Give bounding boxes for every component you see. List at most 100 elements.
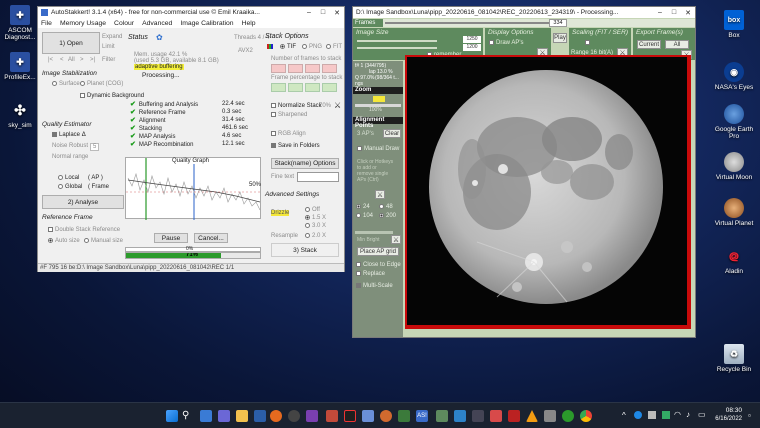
app-icon[interactable] [454,410,466,422]
planet-cog-radio[interactable]: Planet (COG) [80,81,123,87]
surface-radio[interactable]: Surface [52,81,80,87]
desktop-icon-google-earth[interactable]: Google Earth Pro [714,104,754,140]
replace-checkbox[interactable]: Replace [356,271,385,277]
teams-icon[interactable] [218,410,230,422]
menu-advanced[interactable]: Advanced [142,20,172,27]
app-icon[interactable] [490,410,502,422]
app-icon[interactable] [306,410,318,422]
save-in-folders-checkbox[interactable]: Save in Folders [271,143,320,149]
image-size-w-input[interactable]: 1250 [463,36,481,43]
frames-to-stack-input-3[interactable] [305,64,320,73]
volume-icon[interactable]: ♪ [686,410,690,419]
tray-chevron-icon[interactable]: ^ [622,411,626,420]
drizzle-off-radio[interactable]: Off [305,207,320,213]
export-all-button[interactable]: All [665,40,689,49]
clock-time[interactable]: 08:30 [720,407,742,414]
start-icon[interactable] [166,410,178,422]
app-icon[interactable] [344,410,356,422]
local-radio[interactable]: Local [58,175,79,181]
frames-to-stack-input-1[interactable] [271,64,286,73]
tif-radio[interactable]: TIF [280,44,296,50]
tray-app-icon[interactable] [634,411,642,419]
min-bright-slider[interactable] [355,231,393,234]
rgb-align-checkbox[interactable]: RGB Align [271,131,306,137]
desktop-icon-ascom-diagnostics[interactable]: ✚ ASCOM Diagnost... [0,5,40,41]
app-icon[interactable] [288,410,300,422]
frame-percentage-input-3[interactable] [305,83,320,92]
menu-help[interactable]: Help [242,20,256,27]
app-icon[interactable] [472,410,484,422]
frame-percentage-input-1[interactable] [271,83,286,92]
clock-date[interactable]: 6/16/2022 [712,416,742,422]
app-icon[interactable] [398,410,410,422]
dynamic-background-checkbox[interactable]: Dynamic Background [80,93,144,99]
analyse-button[interactable]: 2) Analyse [42,195,124,209]
close-button[interactable]: ✕ [330,9,344,17]
wifi-icon[interactable]: ◠ [674,410,681,419]
play-button[interactable]: Play [553,33,567,43]
drizzle-30-radio[interactable]: 3.0 X [305,223,326,229]
double-stack-reference-checkbox[interactable]: Double Stack Reference [48,227,120,233]
laplace-checkbox[interactable]: Laplace Δ [52,132,86,138]
file-explorer-icon[interactable] [236,410,248,422]
autostakkert-icon[interactable]: AS! [416,410,428,422]
close-to-edge-checkbox[interactable]: Close to Edge [356,262,401,268]
tray-app-icon[interactable] [662,411,670,419]
desktop-icon-profile-explorer[interactable]: ✚ ProfileEx... [0,52,40,81]
manual-draw-checkbox[interactable]: Manual Draw [357,146,399,152]
nav-first-button[interactable]: |< [48,57,53,63]
notification-icon[interactable]: ▫ [748,411,751,420]
global-radio[interactable]: Global [58,184,82,190]
menu-colour[interactable]: Colour [114,20,134,27]
pause-button[interactable]: Pause [154,233,188,243]
png-radio[interactable]: PNG [302,44,322,50]
image-size-slider-w[interactable] [357,40,437,42]
stack-button[interactable]: 3) Stack [271,243,339,257]
multi-scale-checkbox[interactable]: Multi-Scale [356,283,393,289]
viewer-minimize-button[interactable]: – [653,9,667,17]
normalize-stack-checkbox[interactable]: Normalize Stack [271,103,322,109]
clear-aps-button[interactable]: Clear [383,129,401,138]
export-current-button[interactable]: Current [637,40,661,49]
image-size-h-input[interactable]: 1200 [463,44,481,51]
frames-value-input[interactable]: 334 [549,19,567,27]
desktop-icon-virtual-moon[interactable]: Virtual Moon [714,152,754,181]
ap-size-24-radio[interactable]: 24 [356,204,370,210]
resample-20-radio[interactable]: 2.0 X [305,233,326,239]
ap-size-104-radio[interactable]: 104 [356,213,373,219]
auto-size-radio[interactable]: Auto size [48,238,80,244]
menu-file[interactable]: File [41,20,52,27]
frames-slider-track[interactable] [385,22,549,24]
firefox-icon[interactable] [270,410,282,422]
image-size-slider-h[interactable] [357,47,437,49]
frame-percentage-input-2[interactable] [288,83,303,92]
desktop-icon-sky-sim[interactable]: ✣ sky_sim [0,100,40,130]
frame-percentage-input-4[interactable] [322,83,337,92]
normalize-tool-icon[interactable]: ⚔ [334,101,341,110]
desktop-icon-aladin[interactable]: ᪤ Aladin [714,246,754,276]
desktop-icon-virtual-planet[interactable]: Virtual Planet [714,198,754,227]
nav-next-button[interactable]: > [80,57,84,63]
scaling-checkbox[interactable] [585,40,592,46]
cancel-button[interactable]: Cancel... [194,233,228,243]
menu-image-calibration[interactable]: Image Calibration [180,20,233,27]
app-icon[interactable] [254,410,266,422]
frames-to-stack-input-2[interactable] [288,64,303,73]
widgets-icon[interactable] [200,410,212,422]
min-bright-tool-icon[interactable]: ⚔ [391,235,401,244]
tray-app-icon[interactable] [648,411,656,419]
frames-to-stack-input-4[interactable] [322,64,337,73]
desktop-icon-nasa-eyes[interactable]: ◉ NASA's Eyes [714,62,754,91]
ap-tool-icon[interactable]: ⚔ [375,190,385,199]
maximize-button[interactable]: □ [316,9,330,17]
stack-name-options-button[interactable]: Stack(name) Options [271,158,339,169]
nav-prev-button[interactable]: < [60,57,64,63]
drizzle-15-radio[interactable]: 1.5 X [305,215,326,221]
ap-size-200-radio[interactable]: 200 [379,213,396,219]
fine-text-input[interactable] [297,172,339,182]
noise-robust-input[interactable]: 5 [90,143,100,151]
moon-image[interactable] [407,57,687,325]
search-icon[interactable]: ⚲ [182,410,194,422]
app-icon[interactable] [362,410,374,422]
viewer-close-button[interactable]: ✕ [681,9,695,17]
